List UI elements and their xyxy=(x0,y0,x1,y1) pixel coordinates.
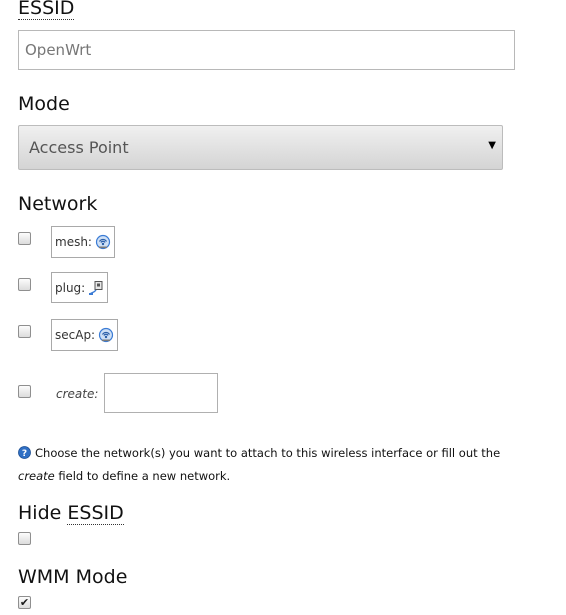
svg-text:?: ? xyxy=(22,449,27,459)
wmm-mode-label: WMM Mode xyxy=(18,566,128,588)
network-name-plug: plug: xyxy=(55,280,86,295)
network-checkbox-mesh[interactable] xyxy=(18,232,31,245)
ethernet-plug-icon xyxy=(89,280,103,295)
hide-essid-label: Hide ESSID xyxy=(18,502,124,525)
hide-essid-label-prefix: Hide xyxy=(18,502,62,524)
hide-essid-label-abbr: ESSID xyxy=(67,502,124,525)
network-item-secap: secAp: xyxy=(51,319,119,351)
essid-label: ESSID xyxy=(18,0,75,20)
chevron-down-icon: ▼ xyxy=(488,140,496,151)
network-checkbox-plug[interactable] xyxy=(18,278,31,291)
mode-label: Mode xyxy=(18,93,70,115)
network-checkbox-secap[interactable] xyxy=(18,325,31,338)
create-network-input[interactable] xyxy=(104,373,218,413)
checkmark-icon: ✔ xyxy=(19,596,30,609)
mode-select-value: Access Point xyxy=(29,138,129,157)
network-item-mesh: mesh: xyxy=(51,226,115,258)
network-label: Network xyxy=(18,193,98,215)
network-help-text: ? Choose the network(s) you want to atta… xyxy=(18,442,528,488)
help-text-emphasis: create xyxy=(18,469,55,483)
network-name-secap: secAp: xyxy=(55,328,96,342)
help-text-prefix: Choose the network(s) you want to attach… xyxy=(35,446,501,460)
wmm-mode-checkbox[interactable]: ✔ xyxy=(18,596,31,609)
wireless-network-icon xyxy=(95,234,111,250)
help-text-suffix: field to define a new network. xyxy=(58,469,231,483)
network-name-mesh: mesh: xyxy=(55,235,92,249)
essid-input-value: OpenWrt xyxy=(25,41,92,59)
wireless-network-icon xyxy=(99,327,114,343)
network-checkbox-create[interactable] xyxy=(18,385,31,398)
hide-essid-checkbox[interactable] xyxy=(18,532,31,545)
help-icon: ? xyxy=(18,446,31,459)
mode-select[interactable]: Access Point ▼ xyxy=(18,125,503,170)
create-label: create: xyxy=(56,387,99,401)
essid-input[interactable]: OpenWrt xyxy=(18,30,515,70)
network-item-plug: plug: xyxy=(51,272,109,303)
